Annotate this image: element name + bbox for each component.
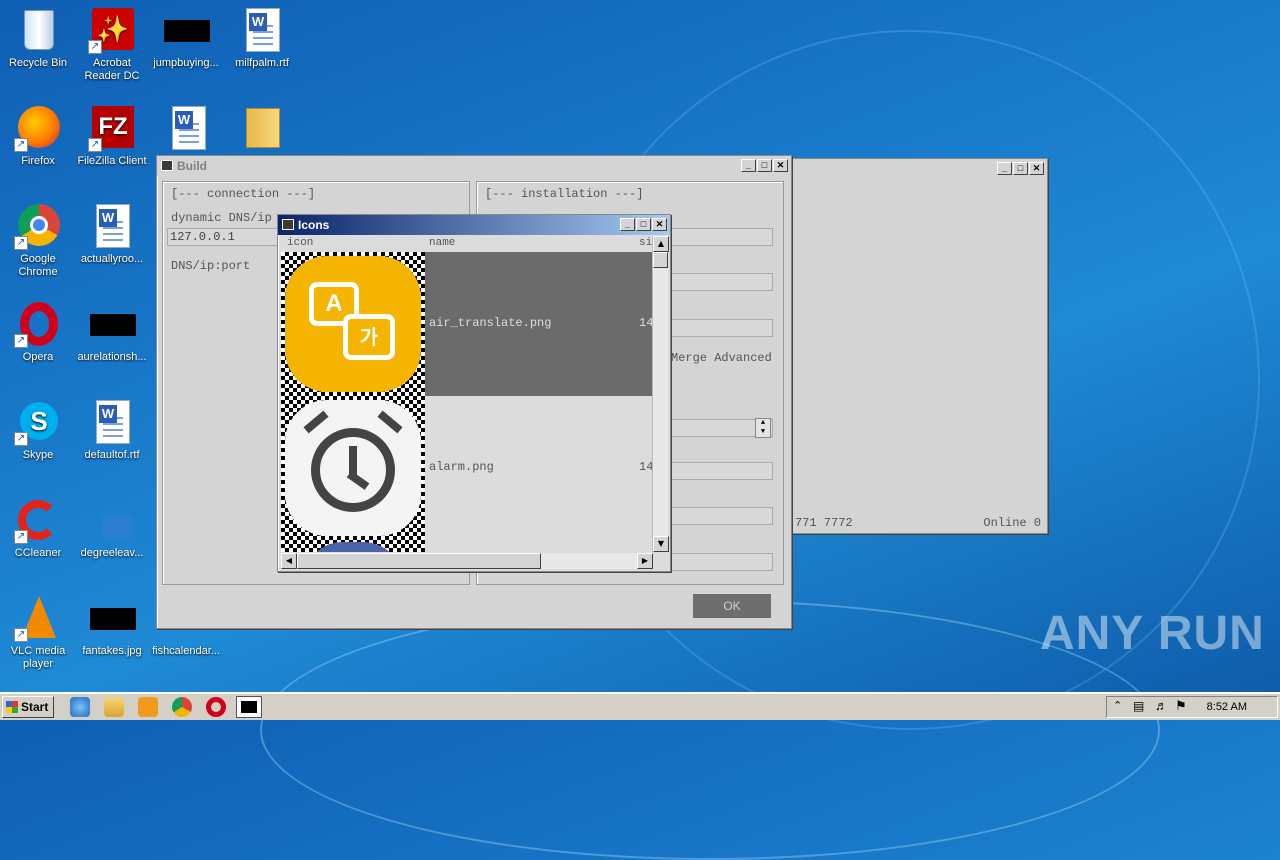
desktop-icon-fantakes[interactable]: fantakes.jpg bbox=[74, 594, 150, 658]
desktop-icon-degreeleav[interactable]: degreeleav... bbox=[74, 496, 150, 560]
list-header: icon name si bbox=[281, 236, 667, 250]
window-icon bbox=[282, 219, 294, 230]
vertical-scrollbar[interactable]: ▲ ▼ bbox=[652, 236, 669, 552]
list-item[interactable]: A 가 air_translate.png 14 bbox=[281, 252, 653, 396]
connection-header: [--- connection ---] bbox=[171, 187, 316, 201]
recycle-bin-icon bbox=[24, 10, 54, 50]
file-thumbnail-icon bbox=[90, 314, 136, 336]
background-window-titlebar[interactable]: _ □ ✕ bbox=[789, 159, 1047, 179]
thumbnail: A 가 bbox=[281, 252, 425, 396]
status-text: Online 0 bbox=[983, 516, 1041, 530]
build-window-title: Build bbox=[177, 159, 207, 173]
dns-input[interactable]: 127.0.0.1 bbox=[167, 228, 287, 246]
column-icon[interactable]: icon bbox=[287, 237, 313, 249]
installation-header: [--- installation ---] bbox=[485, 187, 644, 201]
active-app-icon[interactable] bbox=[236, 696, 262, 718]
icons-list: A 가 air_translate.png 14 alarm.png 14 bbox=[278, 252, 654, 552]
desktop-icon-aurelationsh[interactable]: aurelationsh... bbox=[74, 300, 150, 364]
column-name[interactable]: name bbox=[429, 237, 455, 249]
ie-icon[interactable] bbox=[70, 697, 90, 717]
dns-port-label: DNS/ip:port bbox=[171, 259, 251, 273]
desktop-icon-defaultof[interactable]: W defaultof.rtf bbox=[74, 398, 150, 462]
file-thumbnail-icon bbox=[102, 516, 132, 538]
minimize-button[interactable]: _ bbox=[997, 162, 1012, 175]
dns-label: dynamic DNS/ip bbox=[171, 211, 272, 225]
windows-flag-icon bbox=[6, 701, 18, 713]
list-item[interactable]: alarm.png 14 bbox=[281, 396, 653, 540]
taskbar: Start ⌃ ▤ ♬ ⚑ 8:52 AM bbox=[0, 692, 1280, 720]
flag-icon[interactable]: ⚑ bbox=[1175, 698, 1187, 714]
opera-icon[interactable] bbox=[206, 697, 226, 717]
folder-icon bbox=[246, 108, 280, 148]
scroll-thumb[interactable] bbox=[653, 252, 668, 268]
spin-buttons[interactable]: ▲ ▼ bbox=[755, 418, 771, 438]
file-thumbnail-icon bbox=[164, 20, 210, 42]
icons-window[interactable]: Icons _ □ ✕ icon name si A 가 air_transla… bbox=[277, 214, 671, 572]
close-button[interactable]: ✕ bbox=[773, 159, 788, 172]
media-player-icon[interactable] bbox=[138, 697, 158, 717]
column-size[interactable]: si bbox=[639, 237, 652, 249]
desktop-icon-folder[interactable] bbox=[222, 104, 298, 155]
maximize-button[interactable]: □ bbox=[636, 218, 651, 231]
word-document-icon: W bbox=[246, 8, 280, 52]
horizontal-scrollbar[interactable]: ◀ ▶ bbox=[281, 553, 653, 569]
volume-icon[interactable]: ♬ bbox=[1155, 698, 1168, 713]
icons-window-title: Icons bbox=[298, 218, 330, 232]
minimize-button[interactable]: _ bbox=[741, 159, 756, 172]
anyrun-watermark: ANY RUN bbox=[1040, 607, 1265, 660]
desktop-icon-vlc[interactable]: ↗ VLC media player bbox=[0, 594, 76, 671]
word-document-icon: W bbox=[172, 106, 206, 150]
background-window[interactable]: _ □ ✕ 771 7772 Online 0 bbox=[788, 158, 1048, 534]
build-window-titlebar[interactable]: Build _ □ ✕ bbox=[157, 156, 791, 176]
air-translate-icon: A 가 bbox=[285, 256, 421, 392]
desktop-icon-skype[interactable]: S ↗ Skype bbox=[0, 398, 76, 462]
chrome-icon[interactable] bbox=[172, 697, 192, 717]
window-icon bbox=[161, 160, 173, 171]
tray-expand-icon[interactable]: ⌃ bbox=[1113, 699, 1122, 712]
close-button[interactable]: ✕ bbox=[652, 218, 667, 231]
thumbnail bbox=[281, 540, 425, 552]
scroll-down-button[interactable]: ▼ bbox=[653, 536, 669, 552]
system-tray: ⌃ ▤ ♬ ⚑ 8:52 AM bbox=[1106, 696, 1278, 718]
desktop-icon-ccleaner[interactable]: ↗ CCleaner bbox=[0, 496, 76, 560]
desktop-icon-recycle-bin[interactable]: Recycle Bin bbox=[0, 6, 76, 70]
desktop-icon-word-doc[interactable]: W bbox=[150, 104, 226, 155]
desktop-icon-firefox[interactable]: ↗ Firefox bbox=[0, 104, 76, 168]
scroll-up-button[interactable]: ▲ bbox=[653, 236, 669, 252]
icons-window-titlebar[interactable]: Icons _ □ ✕ bbox=[278, 215, 670, 235]
start-button[interactable]: Start bbox=[2, 696, 54, 718]
file-thumbnail-icon bbox=[90, 608, 136, 630]
word-document-icon: W bbox=[96, 400, 130, 444]
scroll-right-button[interactable]: ▶ bbox=[637, 553, 653, 569]
maximize-button[interactable]: □ bbox=[1013, 162, 1028, 175]
explorer-folder-icon[interactable] bbox=[104, 697, 124, 717]
file-name: alarm.png bbox=[429, 460, 494, 474]
merge-advanced-label: Merge Advanced bbox=[671, 351, 772, 365]
thumbnail bbox=[281, 396, 425, 540]
alarm-clock-icon bbox=[285, 400, 421, 536]
desktop-icon-actuallyroo[interactable]: W actuallyroo... bbox=[74, 202, 150, 266]
network-icon[interactable]: ▤ bbox=[1133, 699, 1144, 713]
scroll-thumb[interactable] bbox=[297, 553, 541, 569]
desktop-icon-acrobat[interactable]: ✨ ↗ Acrobat Reader DC bbox=[74, 6, 150, 83]
desktop-icon-milfpalm[interactable]: W milfpalm.rtf bbox=[224, 6, 300, 70]
show-desktop-button[interactable] bbox=[1270, 693, 1280, 721]
desktop-icon-filezilla[interactable]: FZ ↗ FileZilla Client bbox=[74, 104, 150, 168]
desktop-icon-jumpbuying[interactable]: jumpbuying... bbox=[148, 6, 224, 70]
minimize-button[interactable]: _ bbox=[620, 218, 635, 231]
desktop-icon-opera[interactable]: ↗ Opera bbox=[0, 300, 76, 364]
ok-button[interactable]: OK bbox=[693, 594, 771, 618]
scroll-left-button[interactable]: ◀ bbox=[281, 553, 297, 569]
close-button[interactable]: ✕ bbox=[1029, 162, 1044, 175]
ports-text: 771 7772 bbox=[795, 516, 853, 530]
word-document-icon: W bbox=[96, 204, 130, 248]
maximize-button[interactable]: □ bbox=[757, 159, 772, 172]
list-item[interactable] bbox=[281, 540, 653, 552]
desktop-icon-chrome[interactable]: ↗ Google Chrome bbox=[0, 202, 76, 279]
file-name: air_translate.png bbox=[429, 316, 552, 330]
clock[interactable]: 8:52 AM bbox=[1207, 701, 1247, 713]
